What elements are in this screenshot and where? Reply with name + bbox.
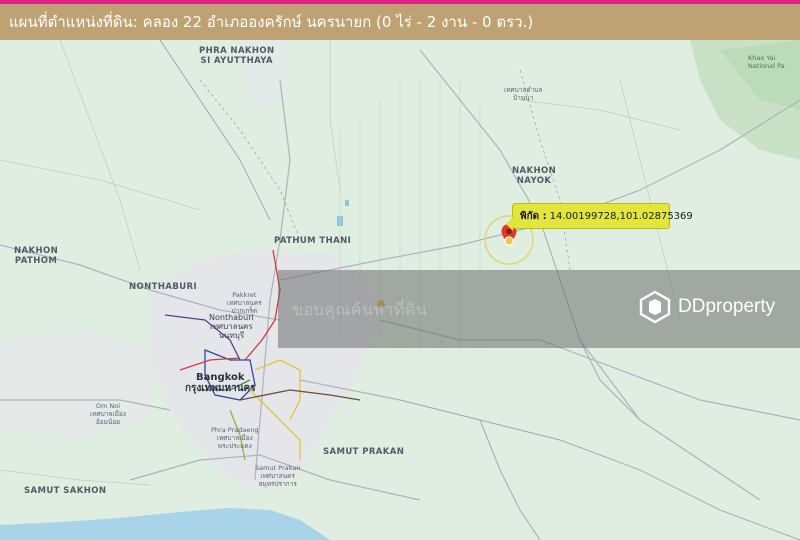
watermark-thai-text: ขอบคุณค้นหาที่ดิน bbox=[292, 300, 428, 319]
ddproperty-brand-text: DDproperty bbox=[678, 296, 776, 317]
coordinate-value: 14.00199728,101.02875369 bbox=[549, 210, 693, 222]
ddproperty-watermark: DDproperty bbox=[638, 290, 775, 324]
label-nonthaburi-city: Nonthaburi เทศบาลนคร นนทบุรี bbox=[209, 313, 254, 340]
map-view[interactable]: PHRA NAKHON SI AYUTTHAYA Khao Yai Nation… bbox=[0, 40, 800, 540]
label-pakkret: Pakkret เทศบาลนคร ปากเกร็ด bbox=[227, 291, 262, 315]
label-phra-pradaeng: Phra Pradaeng เทศบาลเมือง พระประแดง bbox=[211, 426, 259, 450]
label-phra-nakhon: PHRA NAKHON SI AYUTTHAYA bbox=[199, 46, 275, 66]
label-pathum-thani: PATHUM THANI bbox=[274, 236, 352, 246]
label-samut-sakhon: SAMUT SAKHON bbox=[24, 486, 107, 496]
coordinate-label: พิกัด : bbox=[520, 210, 547, 222]
page-header: แผนที่ตำแหน่งที่ดิน: คลอง 22 อำเภอองครัก… bbox=[0, 4, 800, 40]
label-bangkok: Bangkok กรุงเทพมหานคร bbox=[185, 372, 256, 394]
label-nonthaburi-province: NONTHABURI bbox=[129, 282, 198, 292]
location-dot-icon bbox=[504, 236, 514, 246]
label-om-noi: Om Noi เทศบาลเมือง อ้อมน้อย bbox=[90, 402, 126, 426]
header-title: แผนที่ตำแหน่งที่ดิน: คลอง 22 อำเภอองครัก… bbox=[9, 13, 534, 31]
ddproperty-logo-icon bbox=[639, 290, 671, 324]
label-top-village: เทศบาลตำบล บ้านนา bbox=[504, 86, 543, 102]
label-samut-prakan-city: Samut Prakan เทศบาลนคร สมุทรปราการ bbox=[255, 464, 301, 488]
label-nakhon-pathom: NAKHON PATHOM bbox=[14, 246, 59, 266]
label-samut-prakan-province: SAMUT PRAKAN bbox=[323, 447, 405, 457]
label-nakhon-nayok: NAKHON NAYOK bbox=[512, 166, 557, 186]
coordinate-callout: พิกัด : 14.00199728,101.02875369 bbox=[506, 203, 693, 231]
label-khao-yai: Khao Yai National Pa bbox=[748, 54, 785, 70]
